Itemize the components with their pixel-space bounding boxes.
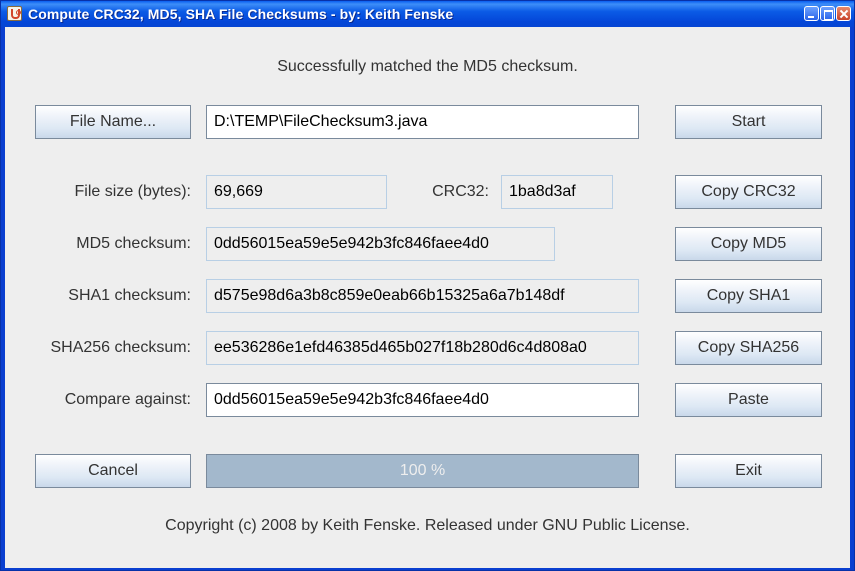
- copy-sha256-button[interactable]: Copy SHA256: [675, 331, 822, 365]
- file-name-button-label: File Name...: [69, 113, 157, 130]
- sha1-label: SHA1 checksum:: [68, 287, 191, 304]
- crc32-label: CRC32:: [432, 183, 489, 200]
- md5-field: 0dd56015ea59e5e942b3fc846faee4d0: [206, 227, 555, 261]
- cancel-button[interactable]: Cancel: [35, 454, 191, 488]
- file-path-input[interactable]: D:\TEMP\FileChecksum3.java: [206, 105, 639, 139]
- copy-crc32-button[interactable]: Copy CRC32: [675, 175, 822, 209]
- title-bar[interactable]: Compute CRC32, MD5, SHA File Checksums -…: [1, 1, 854, 27]
- sha1-field: d575e98d6a3b8c859e0eab66b15325a6a7b148df: [206, 279, 639, 313]
- sha256-label: SHA256 checksum:: [50, 339, 191, 356]
- md5-label: MD5 checksum:: [76, 235, 191, 252]
- file-size-label: File size (bytes):: [74, 183, 191, 200]
- paste-button[interactable]: Paste: [675, 383, 822, 417]
- java-cup-icon: [7, 6, 22, 21]
- exit-button[interactable]: Exit: [675, 454, 822, 488]
- compare-label: Compare against:: [64, 391, 191, 408]
- window-title: Compute CRC32, MD5, SHA File Checksums -…: [28, 6, 454, 22]
- copyright-text: Copyright (c) 2008 by Keith Fenske. Rele…: [165, 517, 690, 534]
- app-window: Compute CRC32, MD5, SHA File Checksums -…: [0, 0, 855, 571]
- progress-bar: 100 %: [206, 454, 639, 488]
- copy-md5-button[interactable]: Copy MD5: [675, 227, 822, 261]
- minimize-button[interactable]: [804, 6, 819, 21]
- compare-input[interactable]: 0dd56015ea59e5e942b3fc846faee4d0: [206, 383, 639, 417]
- status-message: Successfully matched the MD5 checksum.: [277, 58, 578, 75]
- crc32-field: 1ba8d3af: [501, 175, 613, 209]
- file-size-field: 69,669: [206, 175, 387, 209]
- main-panel: Successfully matched the MD5 checksum. F…: [5, 27, 850, 568]
- copy-sha1-button[interactable]: Copy SHA1: [675, 279, 822, 313]
- start-button[interactable]: Start: [675, 105, 822, 139]
- sha256-field: ee536286e1efd46385d465b027f18b280d6c4d80…: [206, 331, 639, 365]
- file-name-button[interactable]: File Name...: [35, 105, 191, 139]
- progress-text: 100 %: [399, 462, 446, 479]
- maximize-button[interactable]: [820, 6, 835, 21]
- close-button[interactable]: [836, 6, 851, 21]
